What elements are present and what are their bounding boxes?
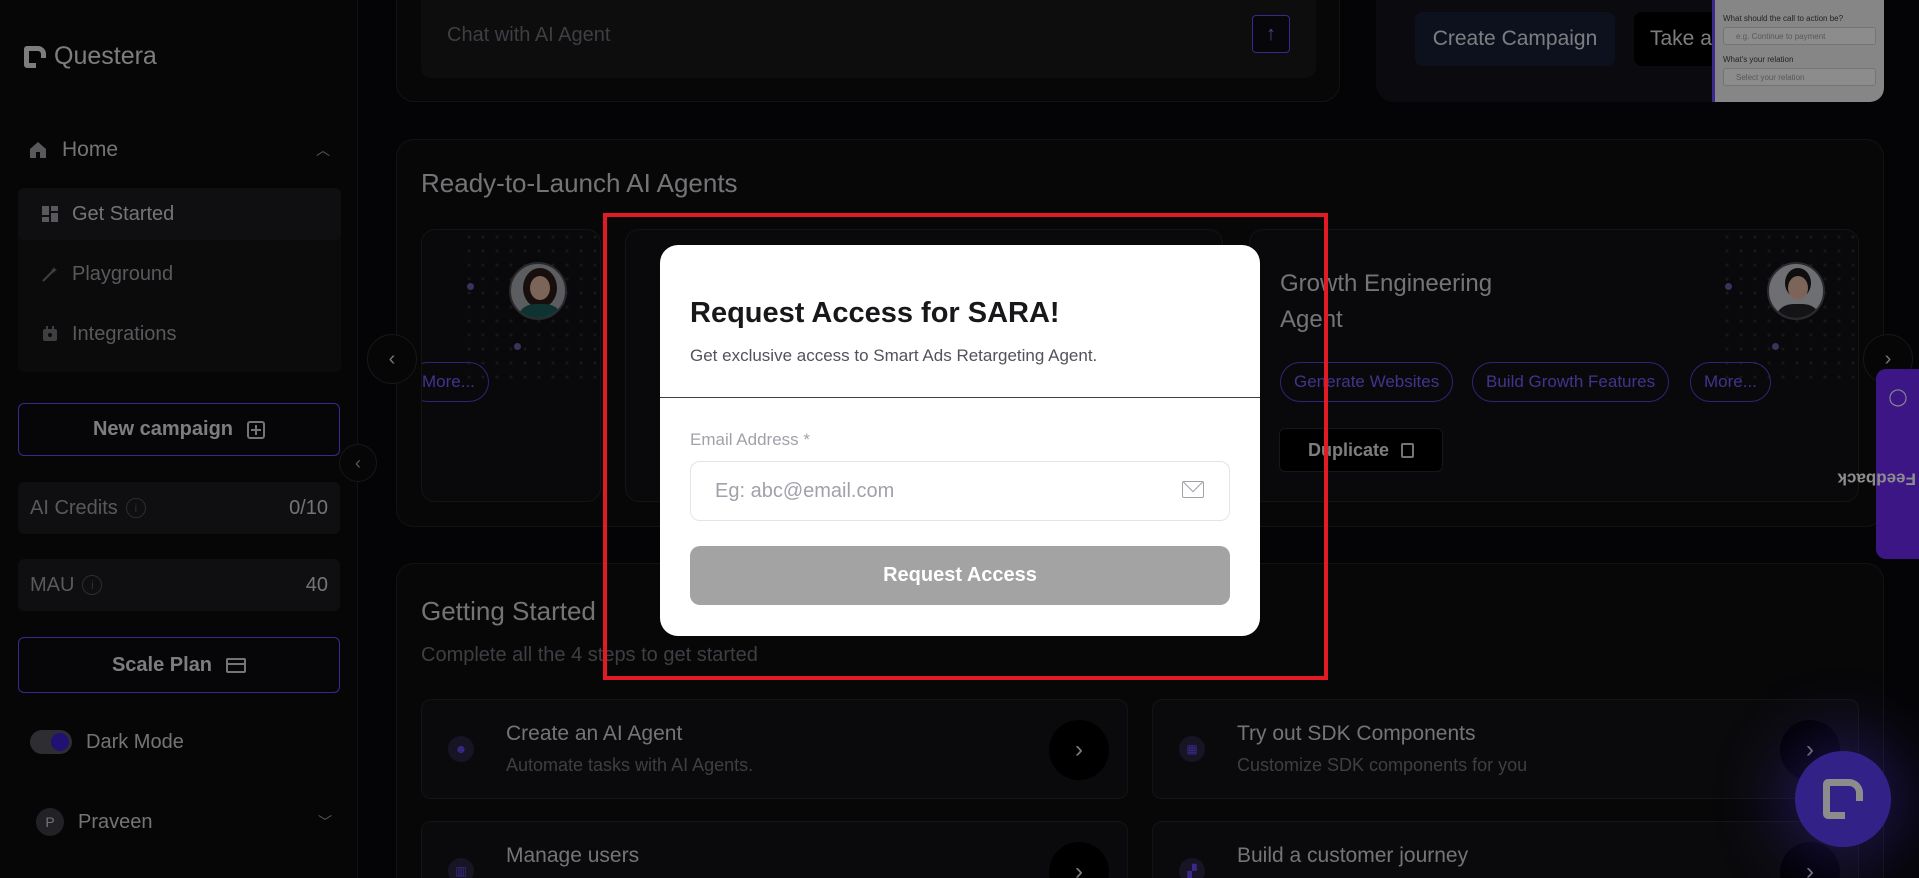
modal-title: Request Access for SARA!	[690, 297, 1060, 329]
request-access-modal: Request Access for SARA! Get exclusive a…	[660, 245, 1260, 636]
modal-subtitle: Get exclusive access to Smart Ads Retarg…	[690, 346, 1098, 365]
mail-icon	[1182, 481, 1204, 498]
divider	[660, 397, 1260, 398]
email-label: Email Address *	[690, 430, 810, 449]
email-field[interactable]	[690, 461, 1230, 521]
request-access-button[interactable]: Request Access	[690, 546, 1230, 605]
